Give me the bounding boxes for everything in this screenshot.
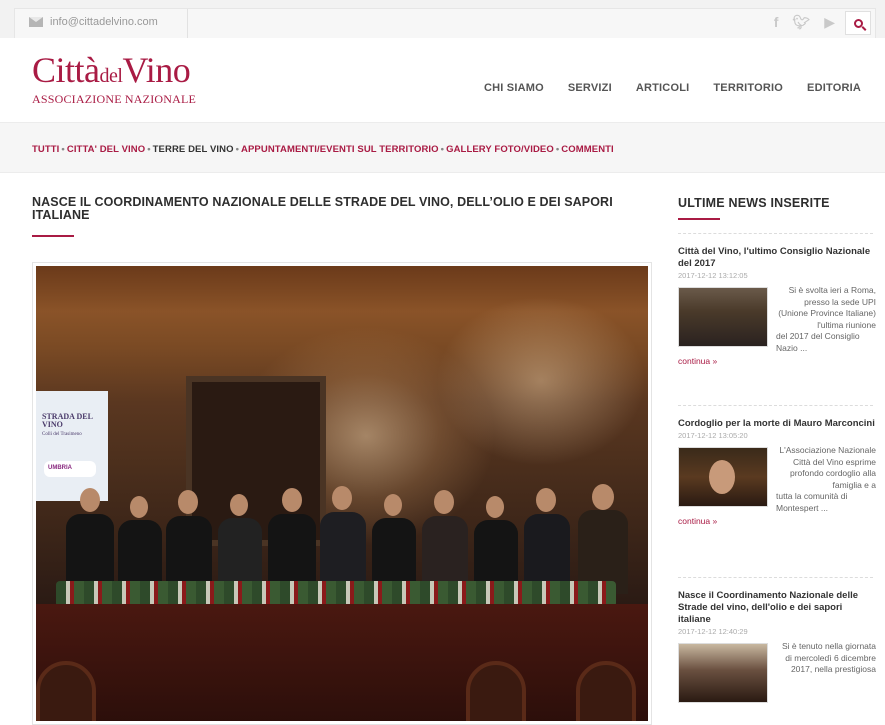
news-item: Nasce il Coordinamento Nazionale delle S… xyxy=(678,590,876,705)
category-gallery[interactable]: GALLERY FOTO/VIDEO xyxy=(446,144,554,155)
news-date: 2017-12-12 13:05:20 xyxy=(678,431,748,440)
photo-group xyxy=(56,484,636,594)
category-terre-del-vino[interactable]: TERRE DEL VINO xyxy=(153,144,234,155)
search-button[interactable] xyxy=(845,11,871,35)
email-link[interactable]: info@cittadelvino.com xyxy=(29,16,158,28)
email-text[interactable]: info@cittadelvino.com xyxy=(50,16,158,28)
news-title[interactable]: Nasce il Coordinamento Nazionale delle S… xyxy=(678,590,876,626)
divider xyxy=(187,9,188,38)
twitter-icon[interactable]: 🐦︎ xyxy=(792,14,810,31)
divider xyxy=(678,405,873,406)
facebook-icon[interactable]: f xyxy=(774,14,779,31)
photo-screen-text: STRADA DEL VINO Colli del Trasimeno xyxy=(42,412,93,438)
news-thumbnail[interactable] xyxy=(678,643,768,703)
photo-table xyxy=(36,604,648,721)
top-bar-inner: info@cittadelvino.com f 🐦︎ ▶︎ xyxy=(14,8,876,38)
sidebar-title-underline xyxy=(678,218,720,220)
sidebar-title: ULTIME NEWS INSERITE xyxy=(678,196,830,210)
site-header: CittàdelVino ASSOCIAZIONE NAZIONALE CHI … xyxy=(0,38,885,123)
continua-link[interactable]: continua » xyxy=(678,516,876,526)
news-excerpt: L'Associazione Nazionale Città del Vino … xyxy=(678,445,876,514)
news-thumbnail[interactable] xyxy=(678,287,768,347)
site-logo[interactable]: CittàdelVino ASSOCIAZIONE NAZIONALE xyxy=(32,52,196,107)
category-bar: TUTTI • CITTA' DEL VINO • TERRE DEL VINO • APP… xyxy=(0,123,885,173)
news-thumbnail[interactable] xyxy=(678,447,768,507)
category-citta-del-vino[interactable]: CITTA' DEL VINO xyxy=(67,144,145,155)
envelope-icon xyxy=(29,17,43,27)
nav-item-chi-siamo[interactable]: CHI SIAMO xyxy=(472,82,556,94)
divider xyxy=(678,233,873,234)
nav-item-editoria[interactable]: EDITORIA xyxy=(795,82,873,94)
category-links: TUTTI • CITTA' DEL VINO • TERRE DEL VINO • APP… xyxy=(32,144,614,155)
social-links: f 🐦︎ ▶︎ xyxy=(774,14,835,31)
news-title[interactable]: Città del Vino, l'ultimo Consiglio Nazio… xyxy=(678,246,876,270)
article-photo[interactable]: STRADA DEL VINO Colli del Trasimeno UMBR… xyxy=(32,262,652,725)
news-item: Cordoglio per la morte di Mauro Marconci… xyxy=(678,418,876,526)
photo-content: STRADA DEL VINO Colli del Trasimeno UMBR… xyxy=(36,266,648,721)
top-bar: info@cittadelvino.com f 🐦︎ ▶︎ xyxy=(0,0,885,38)
category-commenti[interactable]: COMMENTI xyxy=(561,144,614,155)
news-title[interactable]: Cordoglio per la morte di Mauro Marconci… xyxy=(678,418,876,430)
youtube-icon[interactable]: ▶︎ xyxy=(824,14,835,31)
nav-item-territorio[interactable]: TERRITORIO xyxy=(701,82,795,94)
nav-item-servizi[interactable]: SERVIZI xyxy=(556,82,624,94)
logo-wordmark: CittàdelVino xyxy=(32,50,191,90)
article-title: NASCE IL COORDINAMENTO NAZIONALE DELLE S… xyxy=(32,195,613,222)
search-icon xyxy=(853,18,863,28)
category-appuntamenti[interactable]: APPUNTAMENTI/EVENTI SUL TERRITORIO xyxy=(241,144,439,155)
news-date: 2017-12-12 12:40:29 xyxy=(678,627,748,636)
main-nav: CHI SIAMO SERVIZI ARTICOLI TERRITORIO ED… xyxy=(472,82,873,94)
logo-subtitle: ASSOCIAZIONE NAZIONALE xyxy=(32,92,197,106)
news-excerpt: Si è tenuto nella giornata di mercoledì … xyxy=(678,641,876,703)
category-tutti[interactable]: TUTTI xyxy=(32,144,59,155)
news-excerpt: Si è svolta ieri a Roma, presso la sede … xyxy=(678,285,876,354)
divider xyxy=(678,577,873,578)
photo-screen-badge: UMBRIA xyxy=(44,461,96,477)
news-item: Città del Vino, l'ultimo Consiglio Nazio… xyxy=(678,246,876,366)
title-underline xyxy=(32,235,74,237)
news-date: 2017-12-12 13:12:05 xyxy=(678,271,748,280)
nav-item-articoli[interactable]: ARTICOLI xyxy=(624,82,702,94)
continua-link[interactable]: continua » xyxy=(678,356,876,366)
